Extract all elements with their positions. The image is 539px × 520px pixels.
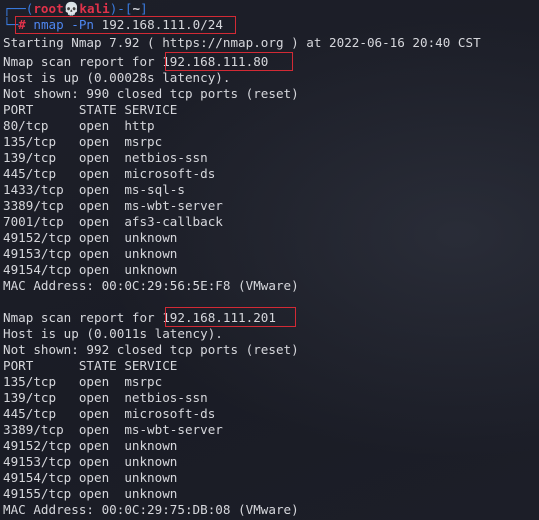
output-line: 49155/tcp open unknown (3, 486, 178, 501)
terminal-window[interactable]: ┌──(root💀kali)-[~] └─# nmap -Pn 192.168.… (0, 0, 539, 520)
prompt-hash: # (18, 17, 26, 32)
command-text: nmap -Pn (33, 17, 95, 32)
prompt-top-line: ┌──(root💀kali)-[~] (3, 1, 148, 17)
output-line: 80/tcp open http (3, 118, 155, 133)
output-line: 445/tcp open microsoft-ds (3, 166, 216, 181)
output-line: Starting Nmap 7.92 ( https://nmap.org ) … (3, 35, 481, 50)
output-line: 7001/tcp open afs3-callback (3, 214, 223, 229)
output-line: PORT STATE SERVICE (3, 102, 178, 117)
output-line: MAC Address: 00:0C:29:56:5E:F8 (VMware) (3, 278, 299, 293)
output-line: 49153/tcp open unknown (3, 246, 178, 261)
output-line: Not shown: 992 closed tcp ports (reset) (3, 342, 299, 357)
prompt-user: root (33, 1, 64, 16)
output-line: 49154/tcp open unknown (3, 262, 178, 277)
output-line: Not shown: 990 closed tcp ports (reset) (3, 86, 299, 101)
output-line: 139/tcp open netbios-ssn (3, 390, 208, 405)
output-line: 1433/tcp open ms-sql-s (3, 182, 185, 197)
prompt-directory: ~ (132, 1, 141, 16)
prompt-bottom-corner: └─ (3, 17, 19, 32)
output-line: 135/tcp open msrpc (3, 134, 163, 149)
output-line: 139/tcp open netbios-ssn (3, 150, 208, 165)
output-line: PORT STATE SERVICE (3, 358, 178, 373)
output-line: Host is up (0.0011s latency). (3, 326, 223, 341)
prompt-host: kali (79, 1, 110, 16)
output-line: 49152/tcp open unknown (3, 230, 178, 245)
output-line: 135/tcp open msrpc (3, 374, 163, 389)
output-line: Nmap scan report for 192.168.111.201 (3, 310, 276, 325)
prompt-close-bracket: ] (140, 1, 148, 16)
output-line: MAC Address: 00:0C:29:75:DB:08 (VMware) (3, 502, 299, 517)
output-line: 49154/tcp open unknown (3, 470, 178, 485)
output-line: Host is up (0.00028s latency). (3, 70, 231, 85)
output-line: Nmap scan report for 192.168.111.80 (3, 54, 269, 69)
command-argument: 192.168.111.0/24 (101, 17, 223, 32)
output-line: 49152/tcp open unknown (3, 438, 178, 453)
prompt-open-bracket: ┌──( (3, 1, 34, 16)
output-line: 3389/tcp open ms-wbt-server (3, 422, 223, 437)
output-line: 49153/tcp open unknown (3, 454, 178, 469)
output-line: 445/tcp open microsoft-ds (3, 406, 216, 421)
prompt-mid-bracket: )-[ (109, 1, 133, 16)
output-line: 3389/tcp open ms-wbt-server (3, 198, 223, 213)
skull-icon: 💀 (63, 1, 80, 16)
command-line[interactable]: └─# nmap -Pn 192.168.111.0/24 (3, 17, 223, 33)
